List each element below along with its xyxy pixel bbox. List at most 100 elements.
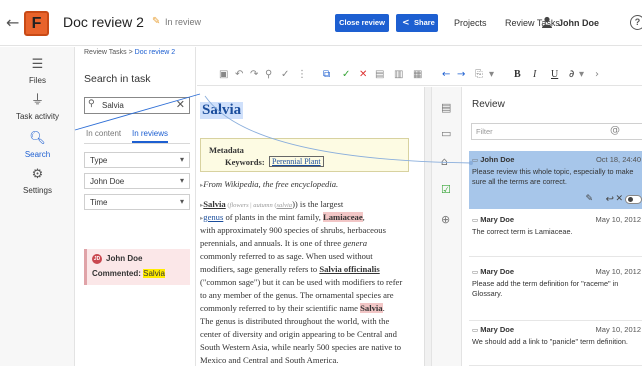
user-name[interactable]: John Doe	[558, 18, 599, 28]
share-icon: <	[402, 18, 410, 28]
avatar: JD	[92, 254, 102, 264]
share-button[interactable]: < Share	[396, 14, 438, 32]
body-line: modifiers, sage generally refers to Salv…	[200, 264, 380, 274]
chevron-down-icon[interactable]: ▾	[579, 69, 584, 80]
tab-in-reviews[interactable]: In reviews	[132, 129, 169, 143]
search-icon: 🔍︎	[29, 131, 46, 146]
caret-down-icon: ▾	[179, 176, 184, 185]
insert-icon[interactable]: ⎘	[475, 69, 483, 80]
rail-item-settings[interactable]: ⚙ Settings	[0, 167, 75, 195]
tag-icon[interactable]: ⌂	[441, 155, 448, 168]
next-arrow-icon[interactable]: →	[457, 69, 465, 80]
metadata-box: Metadata Keywords: Perennial Plant	[200, 138, 409, 172]
metadata-label: Metadata	[209, 145, 244, 155]
filter-user-select[interactable]: John Doe ▾	[84, 173, 190, 189]
comment-icon[interactable]: ▤	[375, 69, 384, 80]
delete-icon[interactable]: ✕	[615, 194, 623, 204]
result-user: John Doe	[106, 254, 143, 263]
search-query: Salvia	[102, 101, 124, 110]
chevron-down-icon[interactable]: ▾	[489, 69, 494, 80]
user-icon	[542, 16, 552, 28]
edit-icon[interactable]: ✎	[585, 194, 593, 204]
clear-search-icon[interactable]: ✕	[176, 98, 185, 111]
share-label: Share	[414, 18, 435, 27]
review-card[interactable]: ▭ Mary Doe May 10, 2012 The correct term…	[469, 211, 642, 257]
back-arrow-icon[interactable]: ←	[6, 13, 19, 32]
nav-projects[interactable]: Projects	[454, 18, 487, 28]
tab-in-content[interactable]: In content	[86, 129, 121, 138]
bold-icon[interactable]: B	[514, 69, 521, 80]
editor-scrollbar[interactable]	[424, 87, 431, 366]
rail-item-task-activity[interactable]: ⏚ Task activity	[0, 93, 75, 121]
body-line: commonly referred to as sage. When used …	[200, 251, 373, 261]
panel-title: Search in task	[84, 73, 151, 85]
resolve-toggle[interactable]	[625, 195, 642, 204]
prev-arrow-icon[interactable]: ←	[442, 69, 450, 80]
search-input[interactable]: ⚲ Salvia ✕	[84, 97, 190, 114]
review-card[interactable]: ▭ Mary Doe May 10, 2012 Please add the t…	[469, 263, 642, 321]
review-check-icon[interactable]: ☑	[441, 183, 451, 196]
comment-bubble-icon: ▭	[472, 156, 479, 164]
underline-icon[interactable]: U	[551, 69, 558, 80]
body-line: South Western Asia, while nearly 500 spe…	[200, 342, 402, 352]
highlight-icon[interactable]: ▥	[394, 69, 403, 80]
rail-item-search[interactable]: 🔍︎ Search	[0, 131, 75, 159]
review-filter-input[interactable]: Filter @	[471, 123, 642, 140]
keyword-tag[interactable]: Perennial Plant	[269, 156, 324, 167]
zoom-icon[interactable]: ⊕	[441, 213, 450, 226]
breadcrumb-current[interactable]: Doc review 2	[135, 49, 175, 56]
caret-down-icon: ▾	[179, 155, 184, 164]
annotation-icon[interactable]: ▦	[413, 69, 422, 80]
body-line: to any member of the genus. The ornament…	[200, 290, 394, 300]
body-line: ("common sage") but it can be used with …	[200, 277, 403, 287]
comment-bubble-icon: ▭	[472, 216, 479, 224]
save-icon[interactable]: ▣	[219, 69, 228, 80]
reply-icon[interactable]: ↩	[606, 194, 614, 205]
more-chevron-icon[interactable]: ›	[595, 69, 599, 80]
more-options-icon[interactable]: ⋮	[297, 69, 307, 80]
topic-title[interactable]: Salvia	[200, 102, 244, 119]
result-summary: Commented: Salvia	[92, 269, 165, 278]
gear-icon: ⚙	[31, 167, 44, 182]
doc-title: Doc review 2	[63, 14, 144, 30]
help-icon[interactable]: ?	[630, 15, 642, 30]
body-line: center of diversity and origin appearing…	[200, 329, 397, 339]
accept-change-icon[interactable]: ✓	[342, 69, 350, 80]
undo-icon[interactable]: ↶	[235, 69, 243, 80]
review-card-selected[interactable]: ▭ John Doe Oct 18, 24:40 Please review t…	[469, 151, 642, 209]
review-status: In review	[165, 17, 202, 27]
link-icon[interactable]: ∂	[569, 69, 574, 80]
review-title: Review	[472, 99, 505, 110]
body-line: perennials, and annuals. It is one of th…	[200, 238, 368, 248]
review-card[interactable]: ▭ Mary Doe May 10, 2012 We should add a …	[469, 321, 642, 366]
editor-content[interactable]: Salvia Metadata Keywords: Perennial Plan…	[197, 87, 424, 366]
review-panel: Review Filter @ ▭ John Doe Oct 18, 24:40…	[463, 87, 642, 366]
comments-icon[interactable]: ▭	[441, 127, 451, 140]
track-changes-icon[interactable]: ⧉	[323, 69, 330, 80]
filter-time-select[interactable]: Time ▾	[84, 194, 190, 210]
body-line: The genus is distributed throughout the …	[200, 316, 390, 326]
reject-change-icon[interactable]: ✕	[359, 69, 367, 80]
mention-icon[interactable]: @	[610, 125, 620, 136]
comment-bubble-icon: ▭	[472, 268, 479, 276]
find-icon[interactable]: ⚲	[265, 69, 272, 80]
body-line: ▸genus of plants in the mint family, Lam…	[200, 212, 365, 222]
outline-icon[interactable]: ▤	[441, 101, 451, 114]
filter-type-select[interactable]: Type ▾	[84, 152, 190, 168]
activity-icon: ⏚	[30, 93, 44, 108]
italic-icon[interactable]: I	[533, 69, 536, 80]
review-toolbar: ← → ⎘ ▾ B I U ∂ ▾ ›	[431, 64, 642, 86]
search-tabs: In content In reviews	[84, 129, 190, 144]
magnifier-icon: ⚲	[88, 99, 95, 109]
body-line: commonly referred to by their scientific…	[200, 303, 385, 313]
rail-item-files[interactable]: ☰ Files	[0, 57, 75, 85]
redo-icon[interactable]: ↷	[250, 69, 258, 80]
intro-line: ▸From Wikipedia, the free encyclopedia.	[200, 179, 339, 189]
files-icon: ☰	[31, 57, 44, 72]
pencil-icon: ✎	[152, 16, 161, 27]
close-review-button[interactable]: Close review	[335, 14, 389, 32]
breadcrumb-root[interactable]: Review Tasks >	[84, 49, 133, 56]
spellcheck-icon[interactable]: ✓	[281, 69, 289, 80]
search-result-card[interactable]: JD John Doe Commented: Salvia	[84, 249, 190, 285]
search-panel: Review Tasks > Doc review 2 Search in ta…	[76, 47, 196, 366]
